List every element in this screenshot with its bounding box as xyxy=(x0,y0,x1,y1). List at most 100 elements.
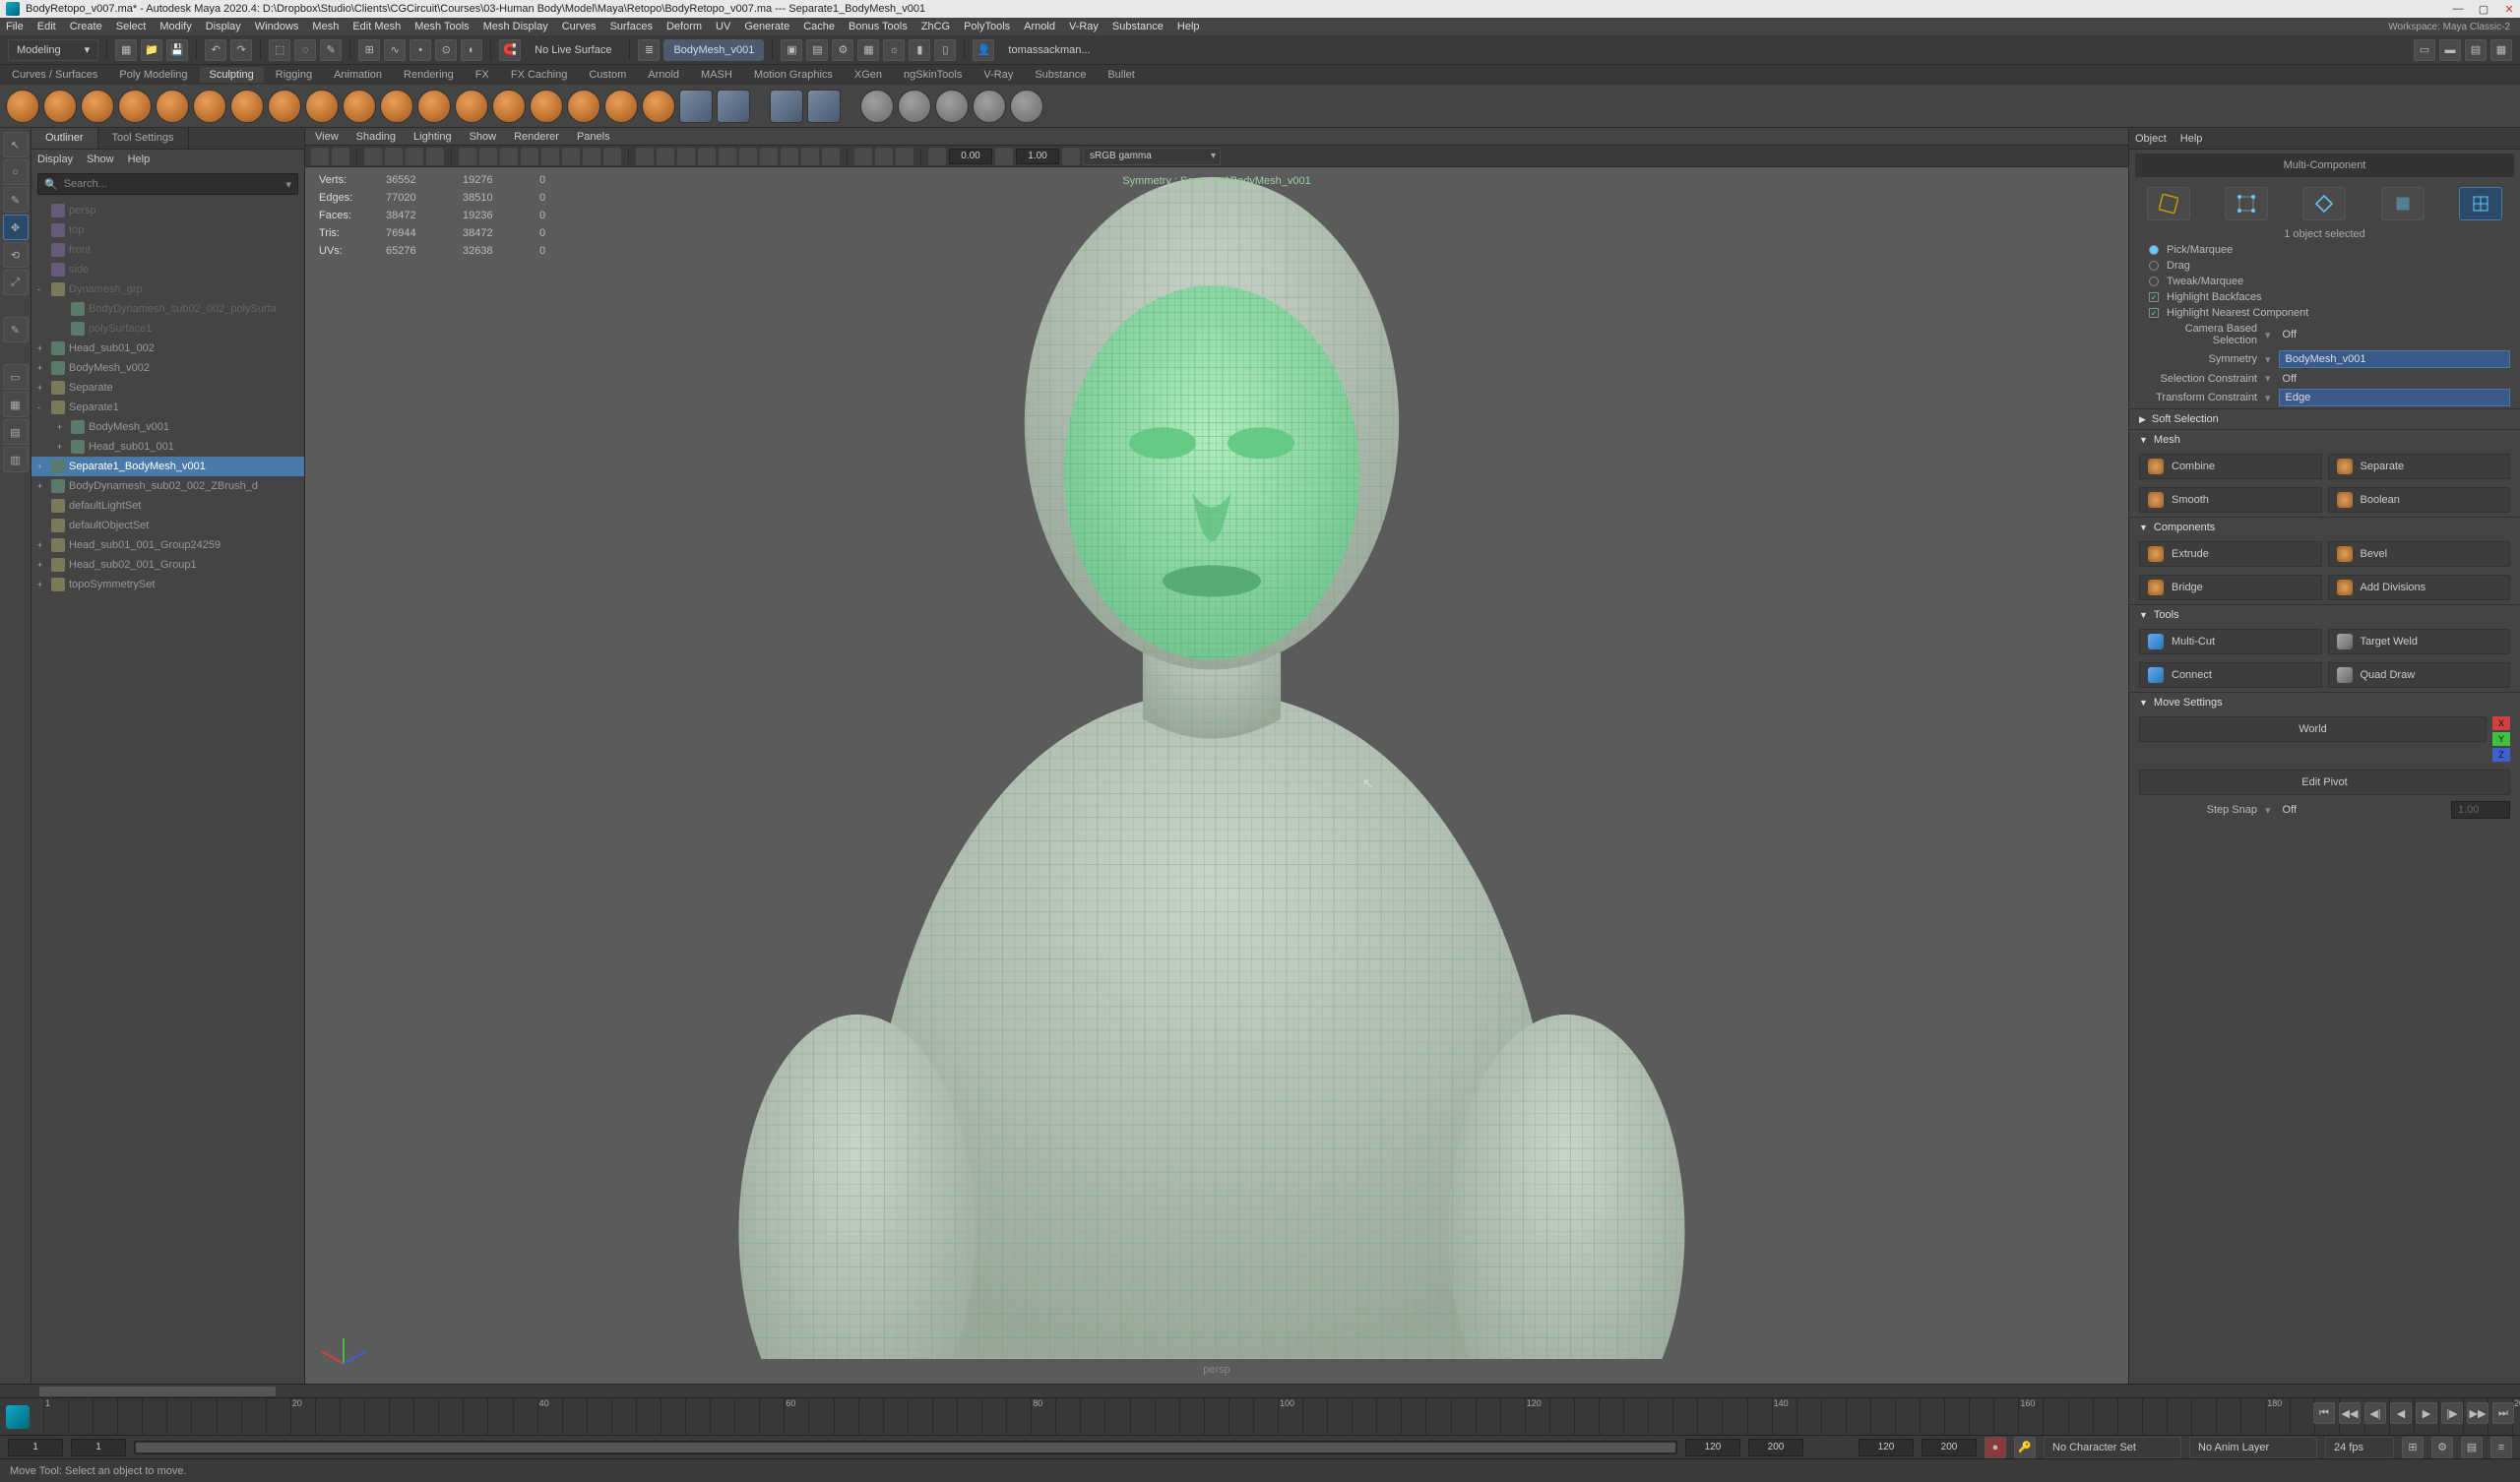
ipr-icon[interactable]: ▤ xyxy=(806,39,828,61)
highlight-nearest-check[interactable]: ✓ xyxy=(2149,308,2159,318)
highlight-backfaces-check[interactable]: ✓ xyxy=(2149,292,2159,302)
connect-button[interactable]: Connect xyxy=(2139,662,2322,688)
range-playend-field[interactable]: 120 xyxy=(1685,1439,1740,1456)
vp-menu-view[interactable]: View xyxy=(315,131,339,143)
vp-tool-17-icon[interactable] xyxy=(677,148,695,165)
sculpt-brush-2-icon[interactable] xyxy=(43,90,77,123)
menu-bonustools[interactable]: Bonus Tools xyxy=(849,21,908,32)
lasso-tool-icon[interactable]: ◌ xyxy=(294,39,316,61)
vp-menu-renderer[interactable]: Renderer xyxy=(514,131,559,143)
vp-tool-5-icon[interactable] xyxy=(406,148,423,165)
viewport-3d[interactable]: Symmetry : Separate1BodyMesh_v001 persp … xyxy=(305,167,2128,1384)
outliner-item-separate[interactable]: +Separate xyxy=(32,378,304,398)
shelf-tab-sculpting[interactable]: Sculpting xyxy=(200,67,264,83)
move-tool-btn[interactable]: ✥ xyxy=(3,215,29,240)
menu-help[interactable]: Help xyxy=(1177,21,1200,32)
outliner-item-defaultobjectset[interactable]: defaultObjectSet xyxy=(32,516,304,535)
menu-polytools[interactable]: PolyTools xyxy=(964,21,1010,32)
time-slider[interactable]: ⏮ ◀◀ ◀| ◀ ▶ |▶ ▶▶ ⏭ xyxy=(0,1397,2520,1435)
sculpt-gray-1-icon[interactable] xyxy=(860,90,894,123)
shelf-tab-poly[interactable]: Poly Modeling xyxy=(109,67,197,83)
live-surface-label[interactable]: No Live Surface xyxy=(525,39,621,61)
selected-object-pill[interactable]: BodyMesh_v001 xyxy=(663,39,764,61)
multi-component-button[interactable]: Multi-Component xyxy=(2135,154,2514,177)
menu-vray[interactable]: V-Ray xyxy=(1069,21,1099,32)
light-icon[interactable]: ☼ xyxy=(883,39,905,61)
vp-exposure-field[interactable]: 0.00 xyxy=(949,149,992,164)
vp-tool-24-icon[interactable] xyxy=(822,148,840,165)
shelf-tab-fxcache[interactable]: FX Caching xyxy=(501,67,577,83)
sculpt-tool-2-icon[interactable] xyxy=(717,90,750,123)
sculpt-brush-11-icon[interactable] xyxy=(380,90,413,123)
add-divisions-button[interactable]: Add Divisions xyxy=(2328,575,2511,600)
world-axis-button[interactable]: World xyxy=(2139,716,2487,742)
shelf-tab-mograph[interactable]: Motion Graphics xyxy=(744,67,843,83)
layout-2-icon[interactable]: ▬ xyxy=(2439,39,2461,61)
menu-select[interactable]: Select xyxy=(116,21,147,32)
multicut-button[interactable]: Multi-Cut xyxy=(2139,629,2322,654)
axis-z-button[interactable]: Z xyxy=(2492,748,2510,762)
tools-arrow-icon[interactable]: ▼ xyxy=(2139,610,2148,620)
menu-zhcg[interactable]: ZhCG xyxy=(921,21,950,32)
open-scene-icon[interactable]: 📁 xyxy=(141,39,162,61)
vp-colorspace-dropdown[interactable]: sRGB gamma xyxy=(1083,148,1221,165)
save-scene-icon[interactable]: 💾 xyxy=(166,39,188,61)
vp-tool-1-icon[interactable] xyxy=(311,148,329,165)
soft-sel-arrow-icon[interactable]: ▶ xyxy=(2139,414,2146,425)
outliner-item-head-sub01-002[interactable]: +Head_sub01_002 xyxy=(32,339,304,358)
layout-4-icon[interactable]: ▦ xyxy=(2490,39,2512,61)
outliner-item-head-sub01-001[interactable]: +Head_sub01_001 xyxy=(32,437,304,457)
render-view-icon[interactable]: ▦ xyxy=(857,39,879,61)
target-weld-button[interactable]: Target Weld xyxy=(2328,629,2511,654)
sculpt-brush-18-icon[interactable] xyxy=(642,90,675,123)
shelf-tab-rigging[interactable]: Rigging xyxy=(266,67,322,83)
sculpt-brush-16-icon[interactable] xyxy=(567,90,600,123)
sculpt-brush-3-icon[interactable] xyxy=(81,90,114,123)
outliner-item-head-sub02-001-group1[interactable]: +Head_sub02_001_Group1 xyxy=(32,555,304,575)
outliner-item-bodydynamesh-sub02-002-zbrush-d[interactable]: +BodyDynamesh_sub02_002_ZBrush_d xyxy=(32,476,304,496)
tweak-radio[interactable] xyxy=(2149,277,2159,286)
range-pref-3-icon[interactable]: ▤ xyxy=(2461,1437,2483,1458)
outliner-item-bodymesh-v001[interactable]: +BodyMesh_v001 xyxy=(32,417,304,437)
outliner-search[interactable]: 🔍 Search... ▾ xyxy=(37,173,298,195)
vp-tool-8-icon[interactable] xyxy=(479,148,497,165)
range-pref-2-icon[interactable]: ⚙ xyxy=(2431,1437,2453,1458)
tool-settings-tab[interactable]: Tool Settings xyxy=(98,128,189,149)
axis-x-button[interactable]: X xyxy=(2492,716,2510,730)
menu-uv[interactable]: UV xyxy=(716,21,730,32)
vp-tool-12-icon[interactable] xyxy=(562,148,580,165)
range-pref-1-icon[interactable]: ⊞ xyxy=(2402,1437,2424,1458)
select-tool-icon[interactable]: ⬚ xyxy=(269,39,290,61)
edit-pivot-button[interactable]: Edit Pivot xyxy=(2139,770,2510,795)
outliner-menu-help[interactable]: Help xyxy=(128,154,151,165)
outliner-item-separate1[interactable]: -Separate1 xyxy=(32,398,304,417)
mesh-header[interactable]: Mesh xyxy=(2154,434,2180,446)
menu-modify[interactable]: Modify xyxy=(159,21,191,32)
outliner-item-dynamesh-grp[interactable]: -Dynamesh_grp xyxy=(32,279,304,299)
minimize-button[interactable]: — xyxy=(2451,2,2465,16)
combine-button[interactable]: Combine xyxy=(2139,454,2322,479)
outliner-hscroll[interactable] xyxy=(0,1384,2520,1397)
shelf-tab-curves[interactable]: Curves / Surfaces xyxy=(2,67,107,83)
vp-gear-icon[interactable] xyxy=(928,148,946,165)
tr-constraint-value[interactable]: Edge xyxy=(2279,389,2510,406)
axis-y-button[interactable]: Y xyxy=(2492,732,2510,746)
outliner-menu-display[interactable]: Display xyxy=(37,154,73,165)
fps-dropdown[interactable]: 24 fps xyxy=(2325,1437,2394,1458)
snap-view-icon[interactable]: ◐ xyxy=(461,39,482,61)
menu-display[interactable]: Display xyxy=(206,21,241,32)
shelf-tab-rendering[interactable]: Rendering xyxy=(394,67,464,83)
object-mode-button[interactable] xyxy=(2147,187,2190,220)
range-cur1-field[interactable]: 120 xyxy=(1858,1439,1914,1456)
range-pref-4-icon[interactable]: ≡ xyxy=(2490,1437,2512,1458)
vp-tool-11-icon[interactable] xyxy=(541,148,559,165)
pick-marquee-radio[interactable] xyxy=(2149,245,2159,255)
snap-center-icon[interactable]: ⊙ xyxy=(435,39,457,61)
range-end-field[interactable]: 200 xyxy=(1748,1439,1803,1456)
vp-tool-6-icon[interactable] xyxy=(426,148,444,165)
outliner-menu-show[interactable]: Show xyxy=(87,154,114,165)
tools-header[interactable]: Tools xyxy=(2154,609,2179,621)
paint-tool-btn[interactable]: ✎ xyxy=(3,187,29,213)
layout-single-btn[interactable]: ▭ xyxy=(3,364,29,390)
paint-select-icon[interactable]: ✎ xyxy=(320,39,342,61)
